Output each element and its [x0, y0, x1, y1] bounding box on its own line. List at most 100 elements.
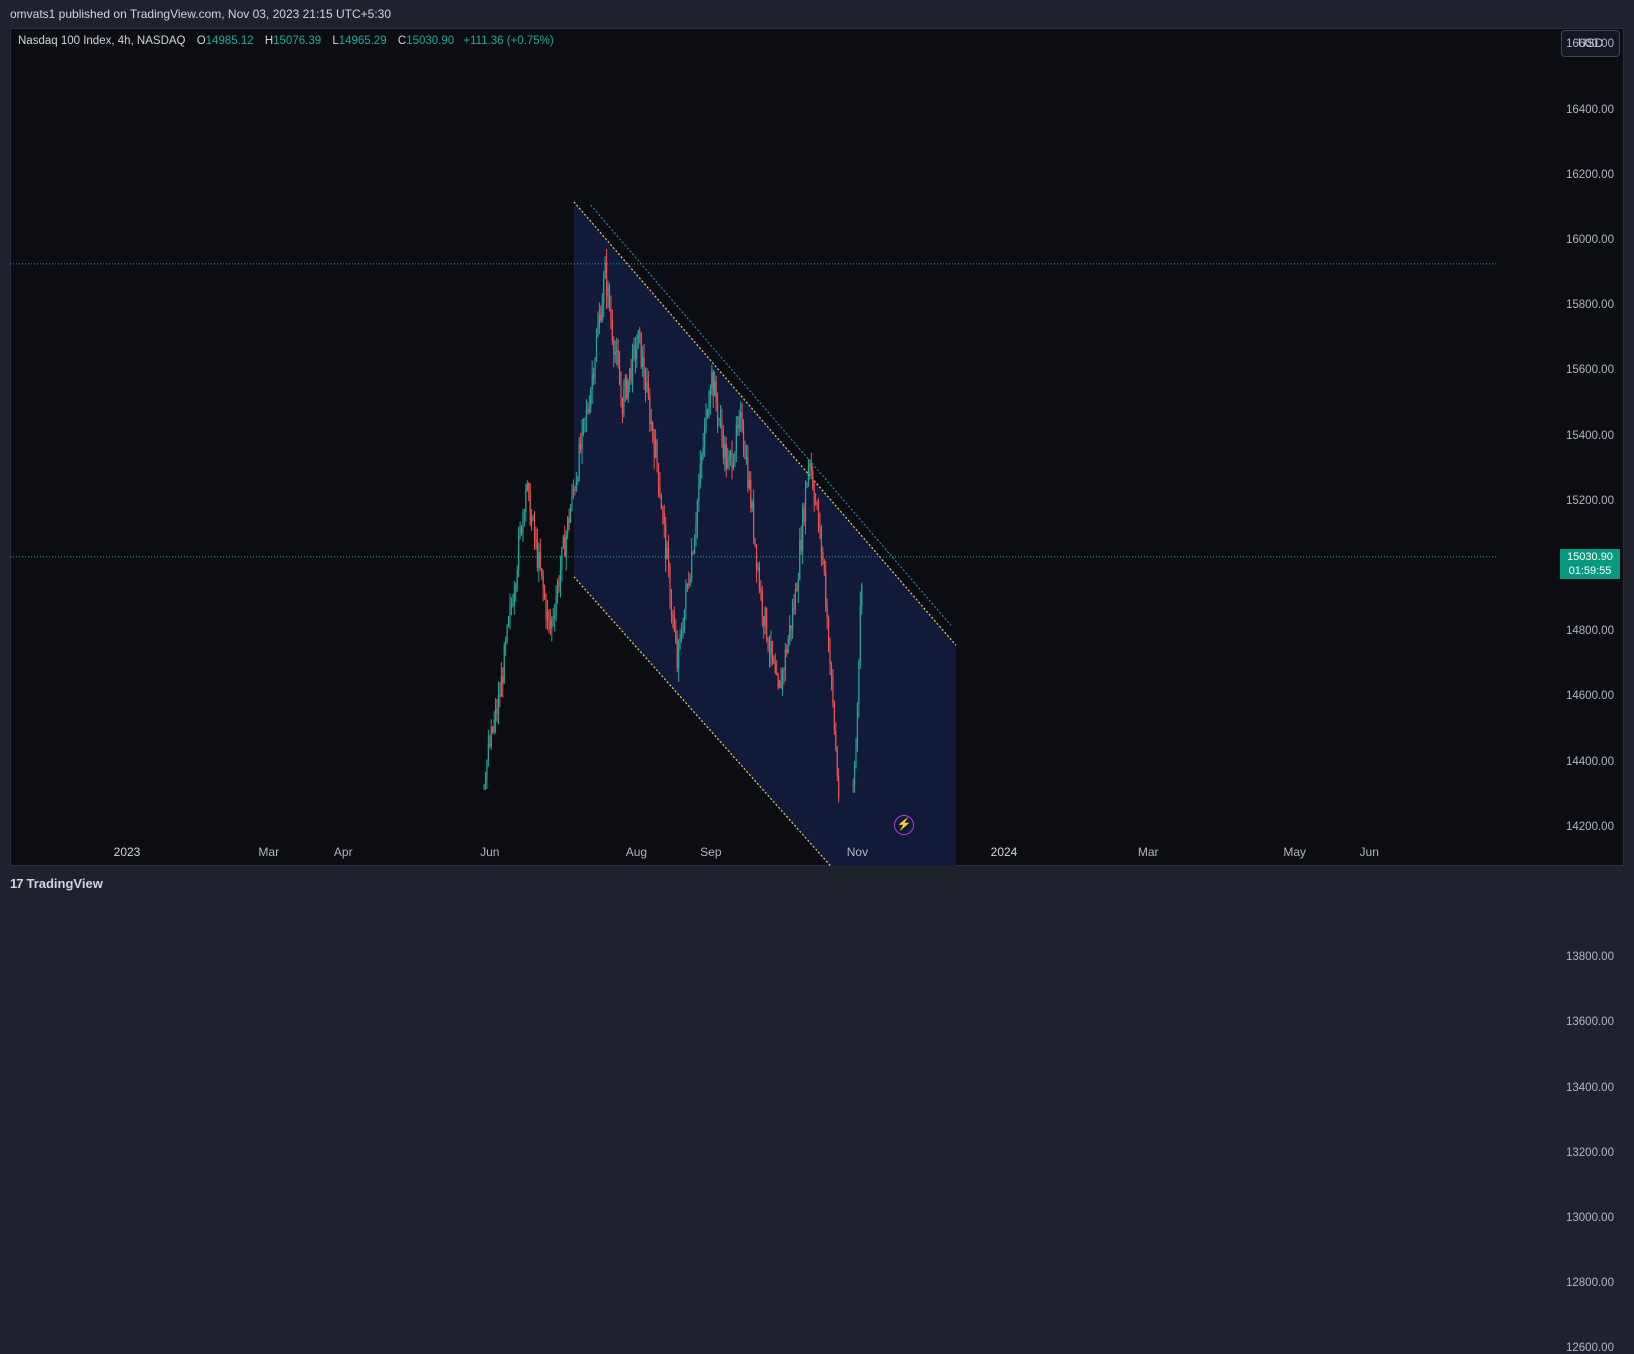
candle-body	[773, 658, 775, 663]
tv-logo-mark: 17	[10, 876, 24, 891]
candle-body	[617, 350, 619, 366]
candle-body	[574, 489, 576, 491]
candle-body	[727, 461, 729, 469]
candle-body	[634, 345, 637, 360]
candle-body	[580, 443, 582, 450]
candle-body	[496, 708, 498, 714]
time-axis-label: Sep	[700, 845, 722, 859]
candle-body	[603, 277, 605, 304]
candle-body	[740, 412, 742, 418]
symbol-legend: Nasdaq 100 Index, 4h, NASDAQ O14985.12 H…	[18, 35, 554, 47]
candle-body	[693, 538, 696, 554]
candle-body	[715, 381, 717, 403]
candle-body	[653, 437, 655, 458]
candle-body	[791, 608, 794, 629]
legend-close-label: C	[397, 35, 407, 47]
candle-body	[642, 356, 644, 367]
candle-body	[598, 314, 600, 326]
price-axis-label: 12800.00	[1566, 1277, 1614, 1290]
candle-body	[777, 675, 779, 688]
candle-body	[708, 403, 710, 417]
candle-body	[640, 332, 642, 367]
time-axis-label: Mar	[1137, 845, 1159, 859]
candle-body	[766, 608, 768, 640]
price-axis-label: 13000.00	[1566, 1212, 1614, 1224]
candle-body	[539, 552, 541, 569]
candle-body	[626, 377, 628, 398]
candle-body	[698, 485, 700, 502]
candle-body	[738, 417, 740, 428]
candle-body	[820, 527, 822, 552]
candle-body	[526, 483, 528, 490]
candle-body	[731, 452, 733, 469]
candle-body	[714, 381, 716, 397]
candle-body	[755, 544, 758, 569]
candle-body	[605, 262, 608, 297]
candle-body	[768, 649, 771, 654]
candle-body	[786, 649, 788, 653]
candle-body	[565, 534, 567, 557]
price-axis-label: 16600.00	[1566, 38, 1614, 51]
legend-high: 15076.39	[273, 35, 322, 47]
price-axis-label: 15400.00	[1566, 429, 1614, 442]
candle-body	[649, 396, 651, 425]
candle-body	[819, 526, 821, 528]
candle-body	[706, 410, 709, 417]
candle-body	[497, 694, 500, 714]
price-chart[interactable]	[10, 28, 1614, 866]
candle-body	[650, 422, 652, 425]
candle-body	[499, 694, 501, 697]
candle-body	[683, 609, 686, 631]
candle-body	[618, 365, 621, 386]
candle-body	[588, 408, 590, 412]
time-axis-label: Aug	[625, 845, 648, 859]
tradingview-logo[interactable]: 17 TradingView	[10, 876, 103, 891]
candle-body	[575, 480, 577, 491]
candle-body	[662, 509, 664, 513]
lightning-icon[interactable]: ⚡	[894, 815, 914, 835]
candle-body	[559, 569, 562, 587]
candle-body	[696, 501, 699, 525]
candle-body	[692, 552, 694, 554]
candle-body	[832, 676, 834, 703]
candle-body	[659, 485, 661, 497]
candle-body	[487, 743, 489, 761]
price-axis-label: 15200.00	[1566, 494, 1614, 507]
candle-body	[624, 377, 626, 389]
candle-body	[760, 589, 762, 592]
candle-body	[712, 372, 714, 397]
time-axis-label: 2023	[113, 845, 141, 859]
candle-body	[556, 582, 559, 598]
price-axis-label: 16000.00	[1566, 234, 1614, 246]
candle-body	[789, 625, 791, 640]
candle-body	[701, 455, 703, 465]
legend-symbol: Nasdaq 100 Index, 4h, NASDAQ	[18, 35, 186, 47]
price-axis-label: 15800.00	[1566, 299, 1614, 312]
candle-body	[757, 567, 759, 569]
candle-body	[725, 443, 727, 469]
time-axis-label: 2024	[990, 845, 1018, 859]
candle-body	[483, 785, 485, 788]
candle-body	[595, 336, 598, 360]
candle-body	[724, 443, 726, 459]
candle-body	[637, 330, 639, 349]
candle-body	[823, 559, 825, 571]
candle-body	[722, 436, 724, 459]
candle-body	[852, 784, 854, 786]
candle-body	[516, 570, 518, 586]
candle-body	[838, 776, 840, 798]
legend-close: 15030.90	[406, 35, 455, 47]
candle-body	[828, 617, 830, 651]
candle-body	[682, 630, 684, 636]
candle-body	[630, 368, 632, 382]
candle-body	[549, 620, 551, 630]
candle-body	[737, 425, 739, 428]
candle-body	[646, 381, 648, 392]
candle-body	[793, 608, 795, 610]
candle-body	[533, 517, 536, 539]
candle-body	[856, 704, 859, 748]
candle-body	[523, 512, 526, 514]
candle-body	[826, 606, 828, 618]
price-axis-label: 15600.00	[1566, 364, 1614, 377]
time-axis-label: May	[1283, 845, 1307, 859]
